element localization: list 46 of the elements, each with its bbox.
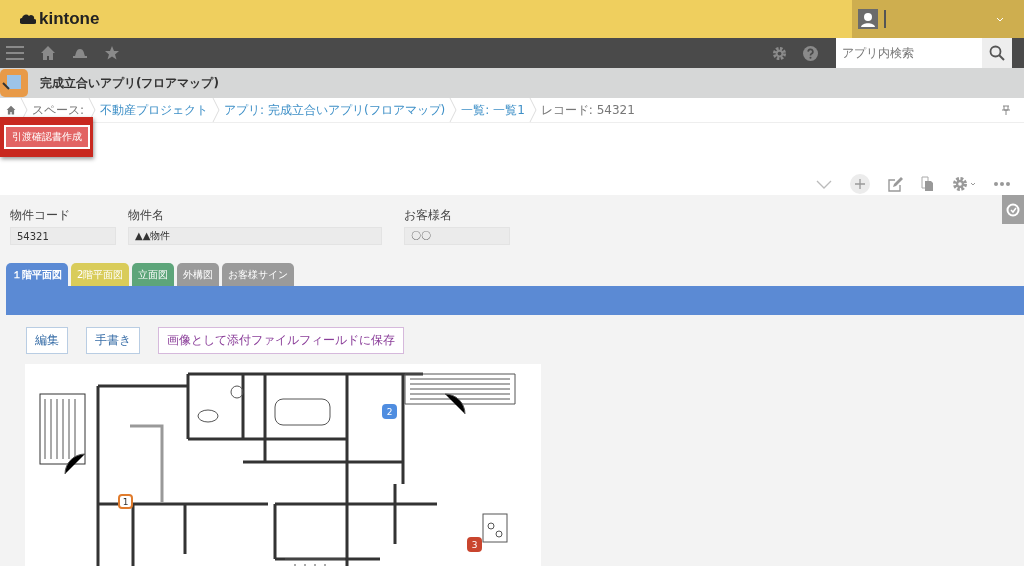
- field-label: 物件名: [128, 207, 165, 224]
- plan-button[interactable]: 手書き: [86, 327, 140, 354]
- app-icon[interactable]: [0, 69, 28, 97]
- tab[interactable]: 外構図: [177, 263, 220, 286]
- search-icon: [989, 45, 1005, 61]
- cloud-logo-icon: [20, 13, 36, 25]
- more-icon[interactable]: [994, 182, 1010, 186]
- chevron-down-icon[interactable]: [816, 179, 832, 189]
- breadcrumb-text: スペース:: [32, 101, 85, 119]
- search-button[interactable]: [982, 38, 1012, 68]
- menu-icon[interactable]: [6, 46, 24, 60]
- copy-document-icon[interactable]: [921, 176, 934, 192]
- field-value: 54321: [10, 227, 116, 245]
- numbered-marker[interactable]: 2: [382, 404, 397, 419]
- caret-icon: [996, 16, 1004, 22]
- numbered-marker[interactable]: 1: [118, 494, 133, 509]
- app-title: 完成立合いアプリ(フロアマップ): [40, 74, 219, 92]
- home-icon[interactable]: [6, 105, 16, 115]
- tab[interactable]: お客様サイン: [222, 263, 295, 286]
- avatar-icon: [858, 9, 878, 29]
- plan-button[interactable]: 編集: [26, 327, 68, 354]
- logo-text: kintone: [39, 9, 100, 29]
- tab[interactable]: １階平面図: [6, 263, 68, 286]
- help-icon[interactable]: [803, 45, 818, 61]
- numbered-marker[interactable]: 3: [467, 537, 482, 552]
- side-panel-toggle[interactable]: [1002, 195, 1024, 224]
- bell-icon[interactable]: [72, 46, 88, 60]
- field-value: 〇〇: [404, 227, 510, 245]
- save-image-button[interactable]: 画像として添付ファイルフィールドに保存: [158, 327, 404, 354]
- settings-icon[interactable]: [952, 176, 976, 192]
- pin-icon[interactable]: [1002, 105, 1010, 115]
- field-label: 物件コード: [10, 207, 71, 224]
- field-value: ▲▲物件: [128, 227, 382, 245]
- settings-icon[interactable]: [772, 45, 787, 61]
- edit-icon[interactable]: [888, 176, 903, 192]
- breadcrumb-link[interactable]: アプリ: 完成立合いアプリ(フロアマップ): [224, 101, 446, 119]
- create-document-button[interactable]: 引渡確認書作成: [3, 125, 90, 149]
- breadcrumb-link[interactable]: 不動産プロジェクト: [100, 101, 209, 119]
- breadcrumb-link[interactable]: 一覧: 一覧1: [461, 101, 525, 119]
- add-icon[interactable]: [850, 174, 870, 194]
- tab[interactable]: 立面図: [132, 263, 175, 286]
- star-icon[interactable]: [104, 45, 120, 61]
- home-icon[interactable]: [40, 45, 56, 61]
- breadcrumb-text: レコード: 54321: [540, 101, 635, 119]
- search-field[interactable]: アプリ内検索: [836, 38, 982, 68]
- field-label: お客様名: [404, 207, 453, 224]
